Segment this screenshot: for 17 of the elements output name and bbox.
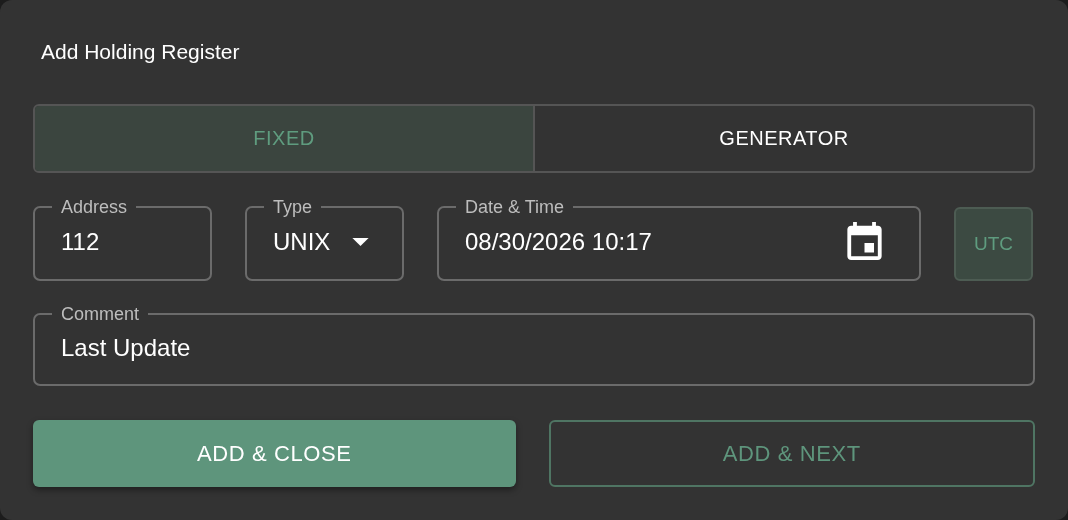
calendar-icon[interactable] xyxy=(847,222,882,262)
field-label: Address xyxy=(60,197,129,217)
caret-icon[interactable] xyxy=(352,237,369,247)
field-label: Comment xyxy=(60,304,141,324)
input-field[interactable]: Date & Time 08/30/2026 10:17 xyxy=(437,197,921,281)
input-field[interactable]: Comment Last Update xyxy=(33,304,1035,386)
add-next-button[interactable]: ADD & NEXT xyxy=(548,420,1035,487)
select-field[interactable]: Type UNIX xyxy=(245,197,404,281)
field-value[interactable]: 112 xyxy=(61,228,184,256)
dialog-title: Add Holding Register xyxy=(41,40,240,64)
mode-tab[interactable]: GENERATOR xyxy=(533,106,1033,171)
input-field[interactable]: Address 112 xyxy=(33,197,212,281)
field-label: Date & Time xyxy=(464,197,566,217)
field-value[interactable]: 08/30/2026 10:17 xyxy=(465,228,847,256)
field-value[interactable]: Last Update xyxy=(61,334,1007,362)
field-value[interactable]: UNIX xyxy=(273,228,352,256)
field-label: Type xyxy=(272,197,314,217)
